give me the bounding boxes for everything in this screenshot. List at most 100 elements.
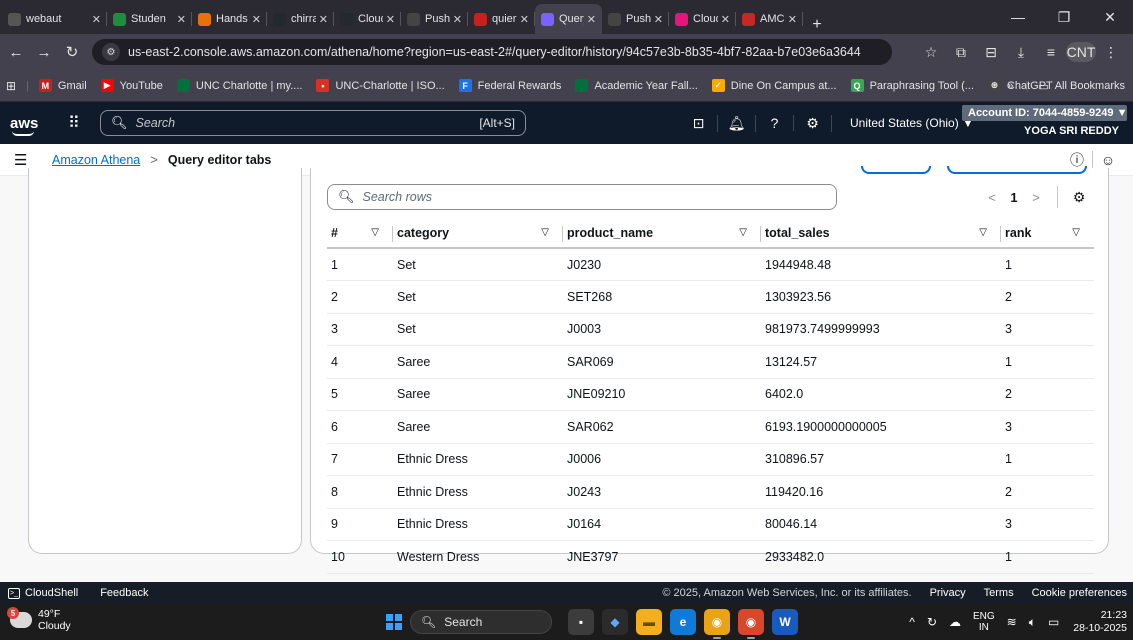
sort-filter-icon[interactable]: ▽ [541,227,549,238]
sort-filter-icon[interactable]: ▽ [371,227,379,238]
column-header-product-name[interactable]: product_name ▽ [563,218,761,249]
notifications-bell-icon[interactable]: 🔔︎ [718,114,756,132]
bookmark-item[interactable]: ✓ Dine On Campus at... [711,79,837,92]
bookmark-item[interactable]: UNC Charlotte | my.... [176,79,302,92]
cloudshell-footer-button[interactable]: >_ CloudShell [8,587,78,599]
column-header-rank[interactable]: rank ▽ [1001,218,1094,249]
browser-tab[interactable]: Push fo✕ [401,4,468,34]
taskbar-search[interactable]: 🔍︎ Search [410,610,552,634]
feedback-link[interactable]: Feedback [100,587,148,599]
hamburger-menu-icon[interactable]: ☰ [14,151,36,169]
browser-tab[interactable]: Push fo✕ [602,4,669,34]
aws-logo[interactable]: aws [10,115,44,136]
back-icon[interactable]: ← [4,44,28,61]
close-tab-icon[interactable]: ✕ [252,13,261,26]
url-field[interactable]: ⚙ us-east-2.console.aws.amazon.com/athen… [92,39,892,65]
more-bookmarks-icon[interactable]: » [1007,80,1013,92]
clock[interactable]: 21:23 28-10-2025 [1073,609,1127,635]
column-header-category[interactable]: category ▽ [393,218,563,249]
close-tab-icon[interactable]: ✕ [319,13,328,26]
extensions-icon[interactable]: ⧉ [946,44,976,61]
close-window-icon[interactable]: ✕ [1087,9,1133,26]
edge-browser-icon[interactable]: e [670,609,696,635]
partial-button-right[interactable] [947,166,1087,174]
column-header-total-sales[interactable]: total_sales ▽ [761,218,1001,249]
services-menu-icon[interactable]: ⠿ [68,113,88,133]
file-explorer-icon[interactable]: ▬ [636,609,662,635]
feedback-smile-icon[interactable]: ☺ [1093,152,1123,168]
bookmark-star-icon[interactable]: ☆ [916,44,946,61]
new-tab-button[interactable]: + [803,16,831,34]
reload-icon[interactable]: ↻ [60,43,84,61]
bookmark-item[interactable]: M Gmail [38,79,87,92]
cookie-preferences-link[interactable]: Cookie preferences [1032,587,1127,599]
aws-search-box[interactable]: 🔍︎ [Alt+S] [100,110,526,136]
search-rows-input[interactable] [362,190,836,204]
onedrive-cloud-icon[interactable]: ☁ [949,615,961,629]
bookmark-item[interactable]: F Federal Rewards [458,79,561,92]
browser-tab[interactable]: quierie✕ [468,4,535,34]
close-tab-icon[interactable]: ✕ [788,13,797,26]
browser-tab[interactable]: CloudV✕ [669,4,736,34]
volume-icon[interactable]: 🔈︎ [1029,615,1036,630]
column-header-row-number[interactable]: # ▽ [327,218,393,249]
partial-button-left[interactable] [861,166,931,174]
windows-start-icon[interactable] [386,614,402,630]
privacy-link[interactable]: Privacy [930,587,966,599]
word-icon[interactable]: W [772,609,798,635]
battery-icon[interactable]: ▭ [1048,615,1059,629]
sort-filter-icon[interactable]: ▽ [1072,227,1080,238]
settings-gear-icon[interactable]: ⚙ [794,114,832,132]
tray-app-icon[interactable]: ↻ [927,615,937,629]
help-icon[interactable]: ? [756,115,794,131]
browser-tab[interactable]: Studen ✕ [107,4,192,34]
weather-widget[interactable]: 5 49°F Cloudy [7,607,71,632]
show-hidden-icons[interactable]: ^ [909,615,915,629]
breadcrumb-amazon-athena[interactable]: Amazon Athena [52,153,140,167]
restore-icon[interactable]: ❐ [1041,9,1087,26]
account-user-name[interactable]: YOGA SRI REDDY [962,125,1127,137]
apps-grid-icon[interactable]: ⊞ [6,79,16,93]
bookmark-item[interactable]: Q Paraphrasing Tool (... [850,79,974,92]
next-page-icon[interactable]: > [1025,190,1047,205]
profile-avatar[interactable]: CNT [1066,42,1096,62]
site-info-icon[interactable]: ⚙ [102,43,120,61]
table-preferences-gear-icon[interactable]: ⚙ [1068,189,1090,206]
bookmark-item[interactable]: ▶ YouTube [100,79,163,92]
terms-link[interactable]: Terms [984,587,1014,599]
browser-tab[interactable]: chirrad✕ [267,4,334,34]
tab-search-icon[interactable]: ⊟ [976,44,1006,61]
close-tab-icon[interactable]: ✕ [386,13,395,26]
folder-icon[interactable]: ▭ [1038,80,1048,93]
current-page-number[interactable]: 1 [1003,190,1025,205]
chrome-icon[interactable]: ◉ [704,609,730,639]
previous-page-icon[interactable]: < [981,190,1003,205]
browser-menu-icon[interactable]: ⋮ [1096,44,1126,61]
forward-icon[interactable]: → [32,44,56,61]
language-indicator[interactable]: ENG IN [973,611,995,633]
account-id[interactable]: Account ID: 7044-4859-9249 ▼ [962,105,1127,121]
close-tab-icon[interactable]: ✕ [587,13,596,26]
close-tab-icon[interactable]: ✕ [721,13,730,26]
region-selector[interactable]: United States (Ohio) ▼ [850,102,974,144]
bookmark-item[interactable]: • UNC-Charlotte | ISO... [316,79,445,92]
close-tab-icon[interactable]: ✕ [654,13,663,26]
browser-tab[interactable]: webaut ✕ [2,4,107,34]
wifi-icon[interactable]: ≋ [1007,615,1017,629]
all-bookmarks-link[interactable]: All Bookmarks [1055,80,1125,92]
minimize-icon[interactable]: — [995,9,1041,25]
close-tab-icon[interactable]: ✕ [453,13,462,26]
sort-filter-icon[interactable]: ▽ [979,227,987,238]
task-view-icon[interactable]: ▪ [568,609,594,635]
chrome-profile-icon[interactable]: ◉ [738,609,764,639]
copilot-icon[interactable]: ◆ [602,609,628,635]
close-tab-icon[interactable]: ✕ [177,13,186,26]
download-icon[interactable]: ⤓ [1006,44,1036,61]
account-menu[interactable]: Account ID: 7044-4859-9249 ▼ YOGA SRI RE… [962,105,1127,141]
browser-tab[interactable]: Query✕ [535,4,602,34]
media-control-icon[interactable]: ≡ [1036,44,1066,60]
bookmark-item[interactable]: Academic Year Fall... [575,79,698,92]
close-tab-icon[interactable]: ✕ [520,13,529,26]
search-rows-box[interactable]: 🔍︎ [327,184,837,210]
browser-tab[interactable]: Hands ✕ [192,4,267,34]
